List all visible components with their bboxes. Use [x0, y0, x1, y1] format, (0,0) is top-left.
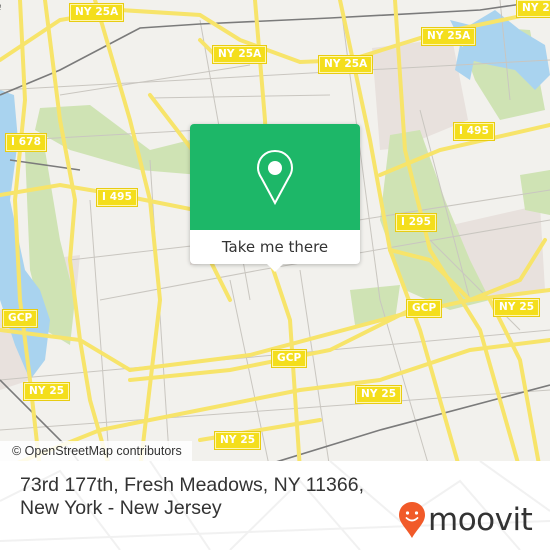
road-shield-ny25a: NY 25A — [317, 55, 374, 74]
map[interactable]: Flushing Creek NY 25A NY 25A NY 25A NY 2… — [0, 0, 550, 470]
map-attribution[interactable]: © OpenStreetMap contributors — [0, 441, 192, 461]
road-shield-i495: I 495 — [453, 122, 495, 141]
road-shield-ny25a: NY 25A — [211, 45, 268, 64]
road-shield-i295: I 295 — [395, 213, 437, 232]
road-shield-ny25a: NY 25A — [68, 3, 125, 22]
road-shield-ny25: NY 25 — [492, 298, 541, 317]
road-shield-i678: I 678 — [5, 133, 47, 152]
road-shield-gcp: GCP — [1, 309, 39, 328]
take-me-there-button[interactable]: Take me there — [190, 230, 360, 264]
road-shield-gcp: GCP — [405, 299, 443, 318]
moovit-pin-icon — [399, 502, 425, 538]
road-shield-ny25a: NY 25A — [420, 27, 477, 46]
road-shield-gcp: GCP — [270, 349, 308, 368]
location-address: 73rd 177th, Fresh Meadows, NY 11366, New… — [20, 474, 364, 519]
moovit-logo[interactable]: moovit — [398, 501, 533, 539]
popup-pointer — [267, 264, 283, 272]
road-shield-ny25a: NY 25A — [515, 0, 550, 18]
footer: 73rd 177th, Fresh Meadows, NY 11366, New… — [0, 461, 550, 550]
road-shield-ny25: NY 25 — [354, 385, 403, 404]
map-pin-icon — [256, 149, 294, 205]
location-popup: Take me there — [190, 124, 360, 272]
road-shield-ny25: NY 25 — [22, 382, 71, 401]
road-shield-ny25: NY 25 — [213, 431, 262, 450]
moovit-wordmark: moovit — [428, 502, 533, 538]
popup-header — [190, 124, 360, 230]
road-shield-i495: I 495 — [96, 188, 138, 207]
